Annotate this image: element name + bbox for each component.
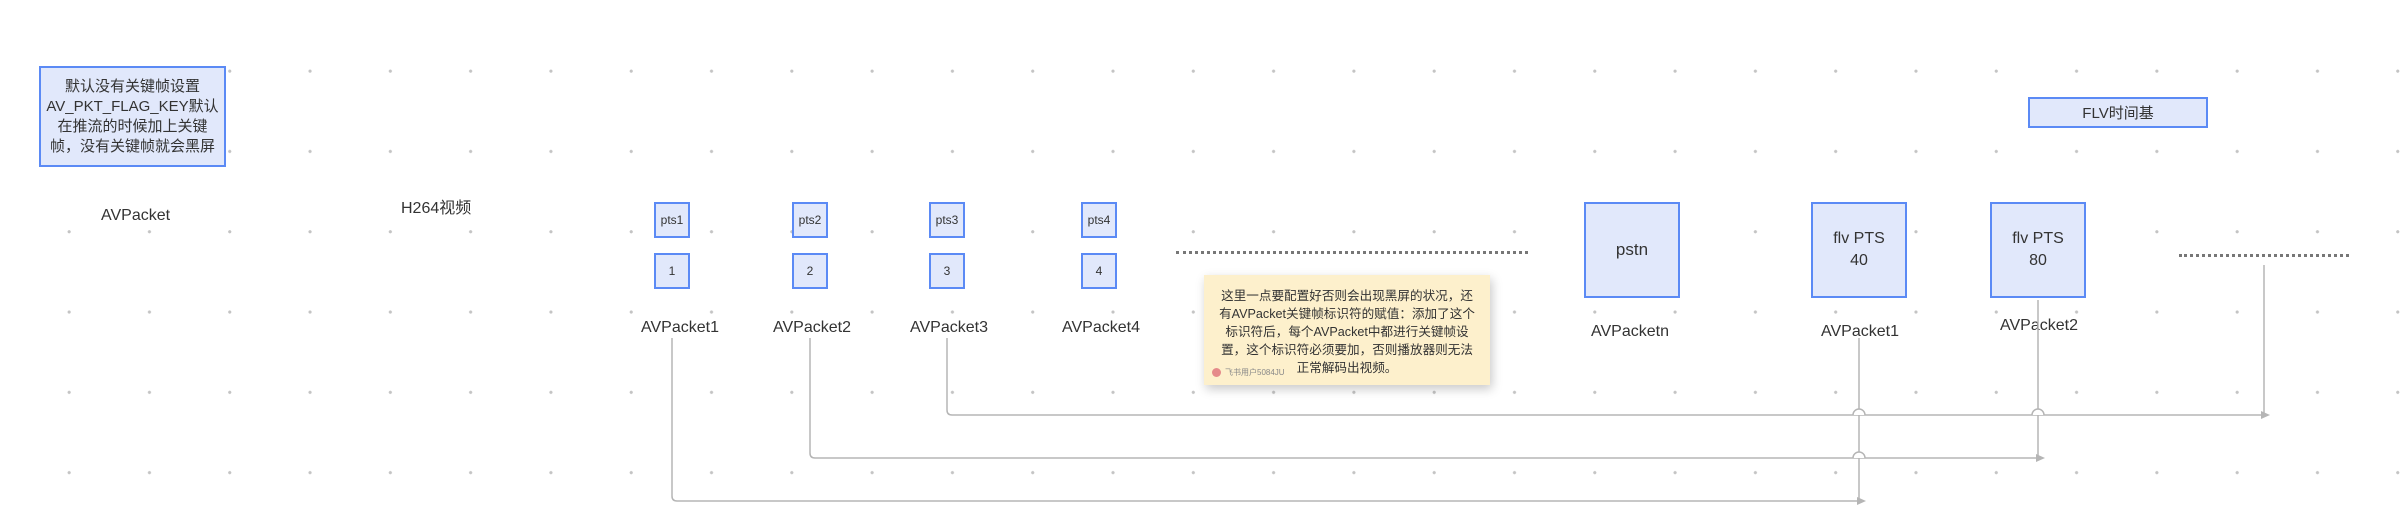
diagram-canvas: 默认没有关键帧设置AV_PKT_FLAG_KEY默认在推流的时候加上关键帧，没有… — [0, 0, 2406, 513]
user-avatar-icon — [1212, 368, 1221, 377]
sticky-note-author-name: 飞书用户5084JU — [1225, 368, 1285, 377]
line-hop-2 — [2031, 408, 2045, 416]
arrowhead-flv1 — [1857, 497, 1866, 505]
arrowhead-end — [2261, 411, 2270, 419]
arrowhead-flv2 — [2036, 454, 2045, 462]
line-hop-1 — [1852, 408, 1866, 416]
connector-lines — [671, 265, 2270, 505]
sticky-note-text: 这里一点要配置好否则会出现黑屏的状况，还有AVPacket关键帧标识符的赋值：添… — [1219, 289, 1475, 375]
sticky-note-author: 飞书用户5084JU — [1212, 367, 1285, 378]
connector-packet3-to-end — [946, 338, 2263, 416]
sticky-note[interactable]: 这里一点要配置好否则会出现黑屏的状况，还有AVPacket关键帧标识符的赋值：添… — [1204, 275, 1490, 385]
line-hop-3 — [1852, 451, 1866, 459]
